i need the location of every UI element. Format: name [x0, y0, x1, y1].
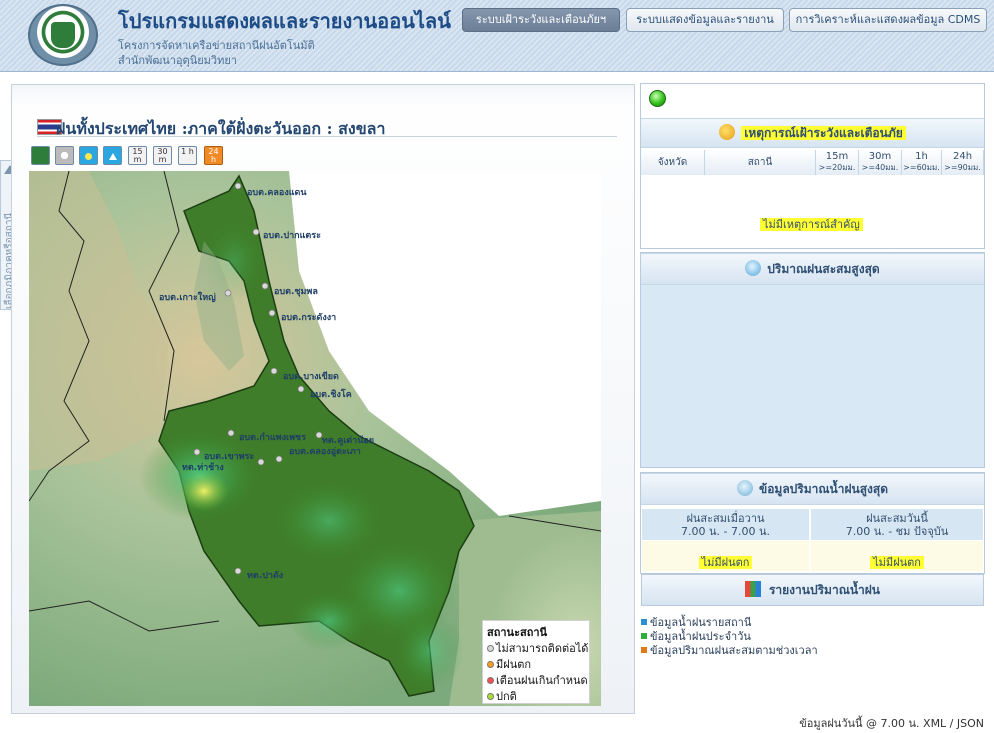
- max-rain-data-title: ข้อมูลปริมาณน้ำฝนสูงสุด: [759, 482, 888, 496]
- map-title: ฝนทั้งประเทศไทย :ภาคใต้ฝั่งตะวันออก : สง…: [56, 119, 386, 138]
- station-label[interactable]: อบต.ชุมพล: [274, 284, 318, 298]
- orange-status-dot-icon: [487, 661, 494, 668]
- footer-data-link[interactable]: ข้อมูลฝนวันนี้ @ 7.00 น. XML / JSON: [799, 714, 984, 732]
- station-label[interactable]: อบต.ปากแตระ: [263, 228, 321, 242]
- today-rain-value: ไม่มีฝนตก: [811, 556, 983, 569]
- online-status-led-icon: [649, 90, 666, 107]
- yesterday-rain-value: ไม่มีฝนตก: [642, 556, 809, 569]
- yesterday-range: 7.00 น. - 7.00 น.: [681, 525, 770, 538]
- outline-map-icon[interactable]: [55, 146, 74, 165]
- max-rain-accumulation-header: ปริมาณฝนสะสมสูงสุด: [641, 253, 984, 285]
- title-divider: [37, 136, 617, 137]
- rain-report-header: รายงานปริมาณน้ำฝน: [641, 574, 984, 606]
- gray-status-dot-icon: [487, 645, 494, 652]
- accumulated-rain-period-link[interactable]: ข้อมูลปริมาณฝนสะสมตามช่วงเวลา: [641, 641, 818, 659]
- station-label[interactable]: อบต.คลองแดน: [247, 185, 307, 199]
- tab-warning-system[interactable]: ระบบเฝ้าระวังและเตือนภัยฯ: [462, 8, 620, 32]
- legend-item: ปกติ: [487, 689, 585, 705]
- station-label[interactable]: อบต.คลองอู่ตะเภา: [289, 444, 361, 458]
- rain-cloud-icon: [737, 480, 753, 496]
- rain-1h-button[interactable]: 1 h: [178, 146, 197, 165]
- rain-report-title: รายงานปริมาณน้ำฝน: [768, 583, 881, 597]
- col-1h: 1h >=60มม.: [902, 150, 942, 175]
- col-30m: 30m >=40มม.: [859, 150, 902, 175]
- department-logo: [28, 4, 98, 66]
- rain-15m-button[interactable]: 15 m: [128, 146, 147, 165]
- station-point-icon[interactable]: [79, 146, 98, 165]
- legend-item: ไม่สามารถติดต่อได้: [487, 641, 588, 657]
- station-label[interactable]: อบต.ชิงโค: [310, 387, 352, 401]
- legend-title: สถานะสถานี: [487, 626, 548, 639]
- station-label[interactable]: อบต.เกาะใหญ่: [159, 290, 216, 304]
- office-subtitle: สำนักพัฒนาอุตุนิยมวิทยา: [118, 54, 237, 67]
- col-15m: 15m >=20มม.: [816, 150, 859, 175]
- red-status-dot-icon: [487, 677, 494, 684]
- map-region-icon[interactable]: [31, 146, 50, 165]
- bar-chart-icon: [744, 581, 761, 597]
- col-station: สถานี: [705, 150, 816, 175]
- station-label[interactable]: อบต.บางเขียด: [283, 369, 339, 383]
- station-status-legend: สถานะสถานี ไม่สามารถติดต่อได้ มีฝนตก เตื…: [482, 620, 590, 704]
- app-title: โปรแกรมแสดงผลและรายงานออนไลน์: [118, 9, 451, 33]
- page-header: โปรแกรมแสดงผลและรายงานออนไลน์ โครงการจัด…: [0, 0, 994, 72]
- no-events-message: ไม่มีเหตุการณ์สำคัญ: [760, 215, 863, 233]
- rain-30m-button[interactable]: 30 m: [153, 146, 172, 165]
- triangle-marker-icon[interactable]: [103, 146, 122, 165]
- green-status-dot-icon: [487, 693, 494, 700]
- col-24h: 24h >=90มม.: [942, 150, 984, 175]
- station-label[interactable]: อบต.กำแพงเพชร: [239, 430, 306, 444]
- storm-warning-icon: [719, 124, 736, 140]
- station-label[interactable]: ทต.ปาดัง: [247, 568, 283, 582]
- warning-events-header: เหตุการณ์เฝ้าระวังและเตือนภัย: [641, 118, 984, 148]
- station-label[interactable]: อบต.กระดังงา: [281, 310, 336, 324]
- warning-events-title: เหตุการณ์เฝ้าระวังและเตือนภัย: [741, 126, 906, 140]
- today-title: ฝนสะสมวันนี้: [866, 512, 928, 525]
- tab-data-report-system[interactable]: ระบบแสดงข้อมูลและรายงาน: [626, 8, 784, 32]
- max-rain-accumulation-title: ปริมาณฝนสะสมสูงสุด: [767, 262, 880, 276]
- station-label[interactable]: ทต.ท่าช้าง: [182, 460, 224, 474]
- yesterday-title: ฝนสะสมเมื่อวาน: [686, 512, 765, 525]
- today-range: 7.00 น. - ชม ปัจจุบัน: [845, 525, 949, 538]
- legend-item: มีฝนตก: [487, 657, 585, 673]
- legend-item: เตือนฝนเกินกำหนด: [487, 673, 588, 689]
- col-province: จังหวัด: [641, 150, 705, 175]
- rain-24h-button[interactable]: 24 h: [204, 146, 223, 165]
- max-rain-data-header: ข้อมูลปริมาณน้ำฝนสูงสุด: [641, 473, 984, 505]
- tab-cdms-analysis[interactable]: การวิเคราะห์และแสดงผลข้อมูล CDMS: [789, 8, 987, 32]
- water-drop-icon: [745, 260, 762, 276]
